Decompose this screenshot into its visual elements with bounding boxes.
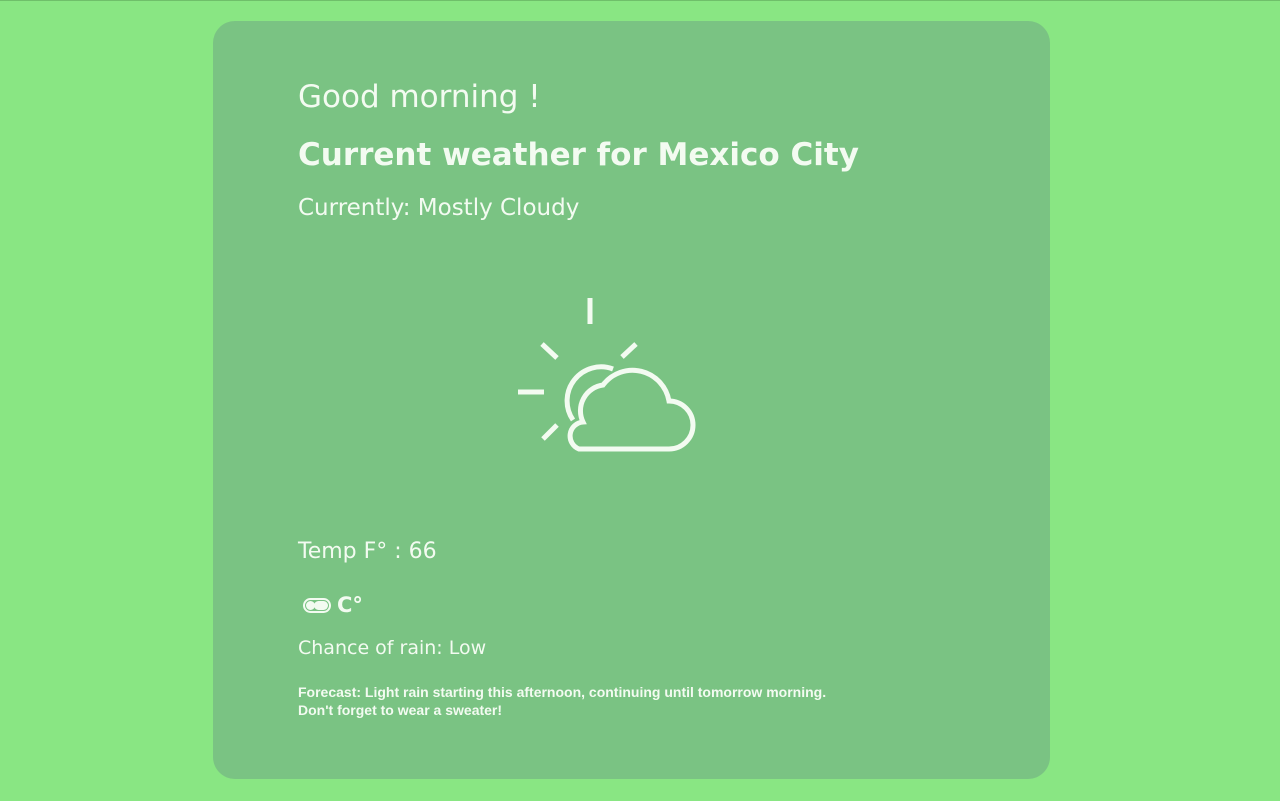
greeting-heading: Good morning ! — [298, 79, 541, 115]
toggle-fill — [314, 600, 328, 610]
weather-card: Good morning ! Current weather for Mexic… — [213, 21, 1050, 779]
location-heading: Current weather for Mexico City — [298, 137, 859, 173]
unit-toggle-row: C° — [303, 591, 363, 619]
unit-toggle-label: C° — [337, 593, 363, 617]
unit-toggle-switch[interactable] — [303, 597, 331, 613]
forecast-line-1: Forecast: Light rain starting this after… — [298, 684, 827, 700]
rain-chance: Chance of rain: Low — [298, 637, 487, 659]
current-condition: Currently: Mostly Cloudy — [298, 195, 580, 221]
forecast-line-2: Don't forget to wear a sweater! — [298, 702, 503, 718]
partly-cloudy-icon — [515, 298, 705, 458]
top-border — [0, 0, 1280, 1]
temperature-reading: Temp F° : 66 — [298, 539, 437, 564]
forecast-text: Forecast: Light rain starting this after… — [298, 683, 918, 719]
